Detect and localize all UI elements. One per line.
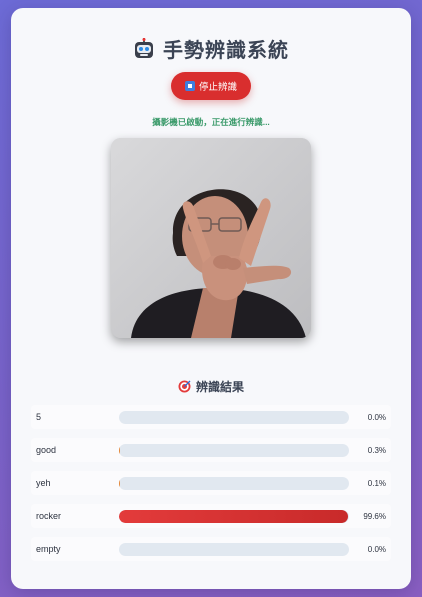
result-percent: 0.1% — [367, 478, 386, 488]
confidence-bar — [119, 444, 349, 457]
camera-feed — [111, 138, 311, 338]
confidence-bar — [119, 510, 349, 523]
result-percent: 0.3% — [367, 445, 386, 455]
webcam-feed-image — [111, 138, 311, 338]
page-title: 手勢辨識系統 — [163, 40, 289, 62]
results-list: 5 0.0% good 0.3% yeh 0.1% rocker 99.6% e… — [31, 405, 391, 570]
result-label: rocker — [36, 511, 62, 521]
main-card: 手勢辨識系統 停止辨識 攝影機已啟動，正在進行辨識... 辨識結果 5 0.0%… — [11, 8, 411, 589]
result-row-yeh: yeh 0.1% — [31, 471, 391, 495]
header: 手勢辨識系統 — [11, 34, 411, 63]
result-percent: 0.0% — [367, 412, 386, 422]
result-percent: 99.6% — [363, 511, 386, 521]
result-row-5: 5 0.0% — [31, 405, 391, 429]
confidence-bar — [119, 477, 349, 490]
confidence-bar — [119, 543, 349, 556]
stop-recognition-button[interactable]: 停止辨識 — [171, 72, 251, 100]
robot-icon — [133, 37, 155, 60]
confidence-fill — [119, 444, 120, 457]
results-title: 辨識結果 — [195, 380, 244, 394]
result-percent: 0.0% — [367, 544, 386, 554]
results-header: 辨識結果 — [11, 378, 411, 395]
result-row-good: good 0.3% — [31, 438, 391, 462]
result-label: yeh — [36, 478, 51, 488]
result-label: 5 — [36, 412, 42, 422]
result-label: good — [36, 445, 57, 455]
stop-button-label: 停止辨識 — [198, 82, 237, 93]
confidence-fill — [119, 510, 349, 523]
confidence-bar — [119, 411, 349, 424]
result-label: empty — [36, 544, 61, 554]
stop-square-icon — [184, 81, 195, 91]
status-message: 攝影機已啟動，正在進行辨識... — [152, 117, 270, 127]
result-row-empty: empty 0.0% — [31, 537, 391, 561]
target-icon — [178, 380, 191, 393]
result-row-rocker: rocker 99.6% — [31, 504, 391, 528]
